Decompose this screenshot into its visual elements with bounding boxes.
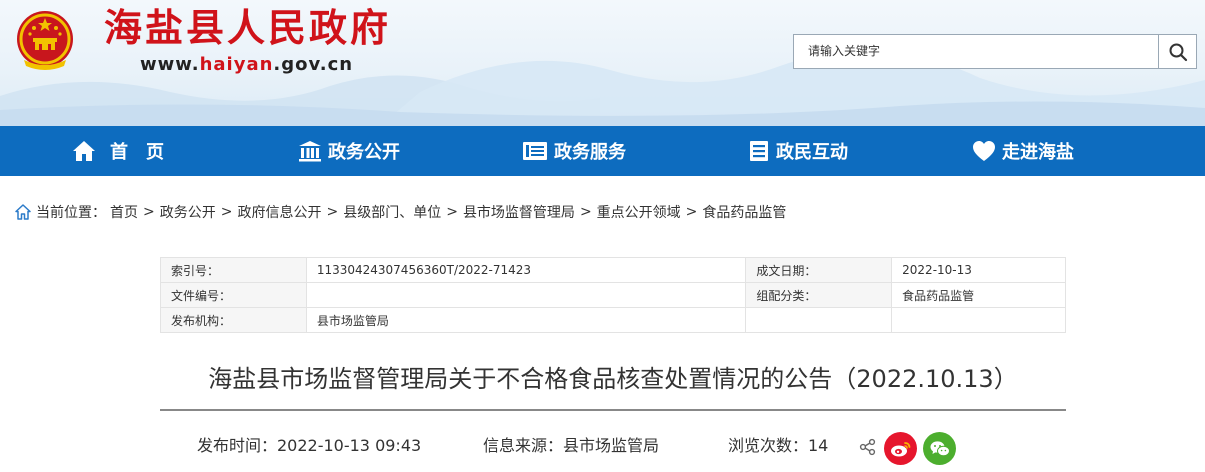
- table-row: 发布机构： 县市场监管局: [160, 307, 1066, 333]
- share-icon[interactable]: [859, 438, 877, 456]
- index-label: 索引号：: [160, 257, 307, 283]
- title-divider: [160, 409, 1066, 411]
- search-input[interactable]: 请输入关键字: [793, 34, 1159, 69]
- heart-icon: [972, 140, 996, 162]
- date-value: 2022-10-13: [891, 257, 1066, 283]
- weibo-icon: [890, 441, 910, 456]
- breadcrumb-separator: >: [220, 204, 233, 220]
- breadcrumb-item-home[interactable]: 首页: [110, 202, 138, 222]
- site-url-domain: haiyan: [199, 54, 274, 75]
- breadcrumb-item-government-affairs[interactable]: 政务公开: [160, 202, 216, 222]
- site-header: 海盐县人民政府 www.haiyan.gov.cn 请输入关键字: [0, 0, 1205, 126]
- list-icon: [748, 140, 770, 162]
- nav-item-label: 走进海盐: [1002, 142, 1074, 163]
- nav-item-home[interactable]: 首 页: [72, 126, 164, 176]
- breadcrumb-item-information-disclosure[interactable]: 政府信息公开: [237, 202, 321, 222]
- breadcrumb-label: 当前位置：: [36, 205, 106, 221]
- docno-value: [305, 282, 747, 308]
- docno-label: 文件编号：: [160, 282, 307, 308]
- index-value: 11330424307456360T/2022-71423: [305, 257, 747, 283]
- site-url-suffix: .gov.cn: [273, 54, 354, 75]
- nav-item-explore-haiyan[interactable]: 走进海盐: [972, 126, 1074, 176]
- breadcrumb-item-county-departments[interactable]: 县级部门、单位: [343, 202, 441, 222]
- building-icon: [298, 140, 322, 162]
- breadcrumb-separator: >: [685, 204, 698, 220]
- weibo-share-button[interactable]: [884, 432, 917, 465]
- nav-item-label: 政务公开: [328, 142, 400, 163]
- breadcrumb: 当前位置： 首页 > 政务公开 > 政府信息公开 > 县级部门、单位 > 县市场…: [14, 201, 786, 223]
- site-url[interactable]: www.haiyan.gov.cn: [140, 54, 353, 76]
- category-label: 组配分类：: [745, 282, 893, 308]
- breadcrumb-item-key-areas[interactable]: 重点公开领域: [597, 202, 681, 222]
- breadcrumb-item-market-supervision[interactable]: 县市场监督管理局: [463, 202, 575, 222]
- view-count: 浏览次数：14: [728, 436, 829, 455]
- category-value: 食品药品监管: [891, 282, 1066, 308]
- nav-item-label: 首 页: [110, 142, 164, 163]
- home-icon: [72, 140, 96, 162]
- nav-item-label: 政务服务: [554, 142, 626, 163]
- date-label: 成文日期：: [745, 257, 893, 283]
- breadcrumb-separator: >: [579, 204, 592, 220]
- blank-cell: [891, 307, 1066, 333]
- nav-item-public-interaction[interactable]: 政民互动: [748, 126, 848, 176]
- search-icon: [1169, 43, 1187, 61]
- publisher-label: 发布机构：: [160, 307, 307, 333]
- breadcrumb-item-food-drug[interactable]: 食品药品监管: [702, 202, 786, 222]
- book-icon: [522, 140, 548, 162]
- document-meta-table: 索引号： 11330424307456360T/2022-71423 成文日期：…: [160, 257, 1066, 333]
- site-title: 海盐县人民政府: [104, 6, 392, 50]
- article-title: 海盐县市场监督管理局关于不合格食品核查处置情况的公告（2022.10.13）: [208, 365, 1018, 393]
- wechat-icon: [930, 440, 950, 456]
- breadcrumb-separator: >: [446, 204, 458, 220]
- nav-item-government-services[interactable]: 政务服务: [522, 126, 626, 176]
- main-nav: 首 页 政务公开 政务服务 政民互动 走进海盐: [0, 126, 1205, 176]
- info-source: 信息来源：县市场监管局: [483, 436, 660, 455]
- publisher-value: 县市场监管局: [305, 307, 747, 333]
- site-url-prefix: www.: [140, 54, 200, 75]
- nav-item-government-affairs[interactable]: 政务公开: [298, 126, 400, 176]
- nav-item-label: 政民互动: [776, 142, 848, 163]
- blank-cell: [745, 307, 893, 333]
- table-row: 文件编号： 组配分类： 食品药品监管: [160, 282, 1066, 308]
- publish-time: 发布时间：2022-10-13 09:43: [197, 436, 422, 455]
- table-row: 索引号： 11330424307456360T/2022-71423 成文日期：…: [160, 257, 1066, 283]
- wechat-share-button[interactable]: [923, 432, 956, 465]
- national-emblem: [17, 11, 73, 70]
- location-home-icon: [15, 204, 31, 220]
- breadcrumb-separator: >: [143, 204, 155, 220]
- search-button[interactable]: [1158, 34, 1197, 69]
- breadcrumb-separator: >: [326, 204, 339, 220]
